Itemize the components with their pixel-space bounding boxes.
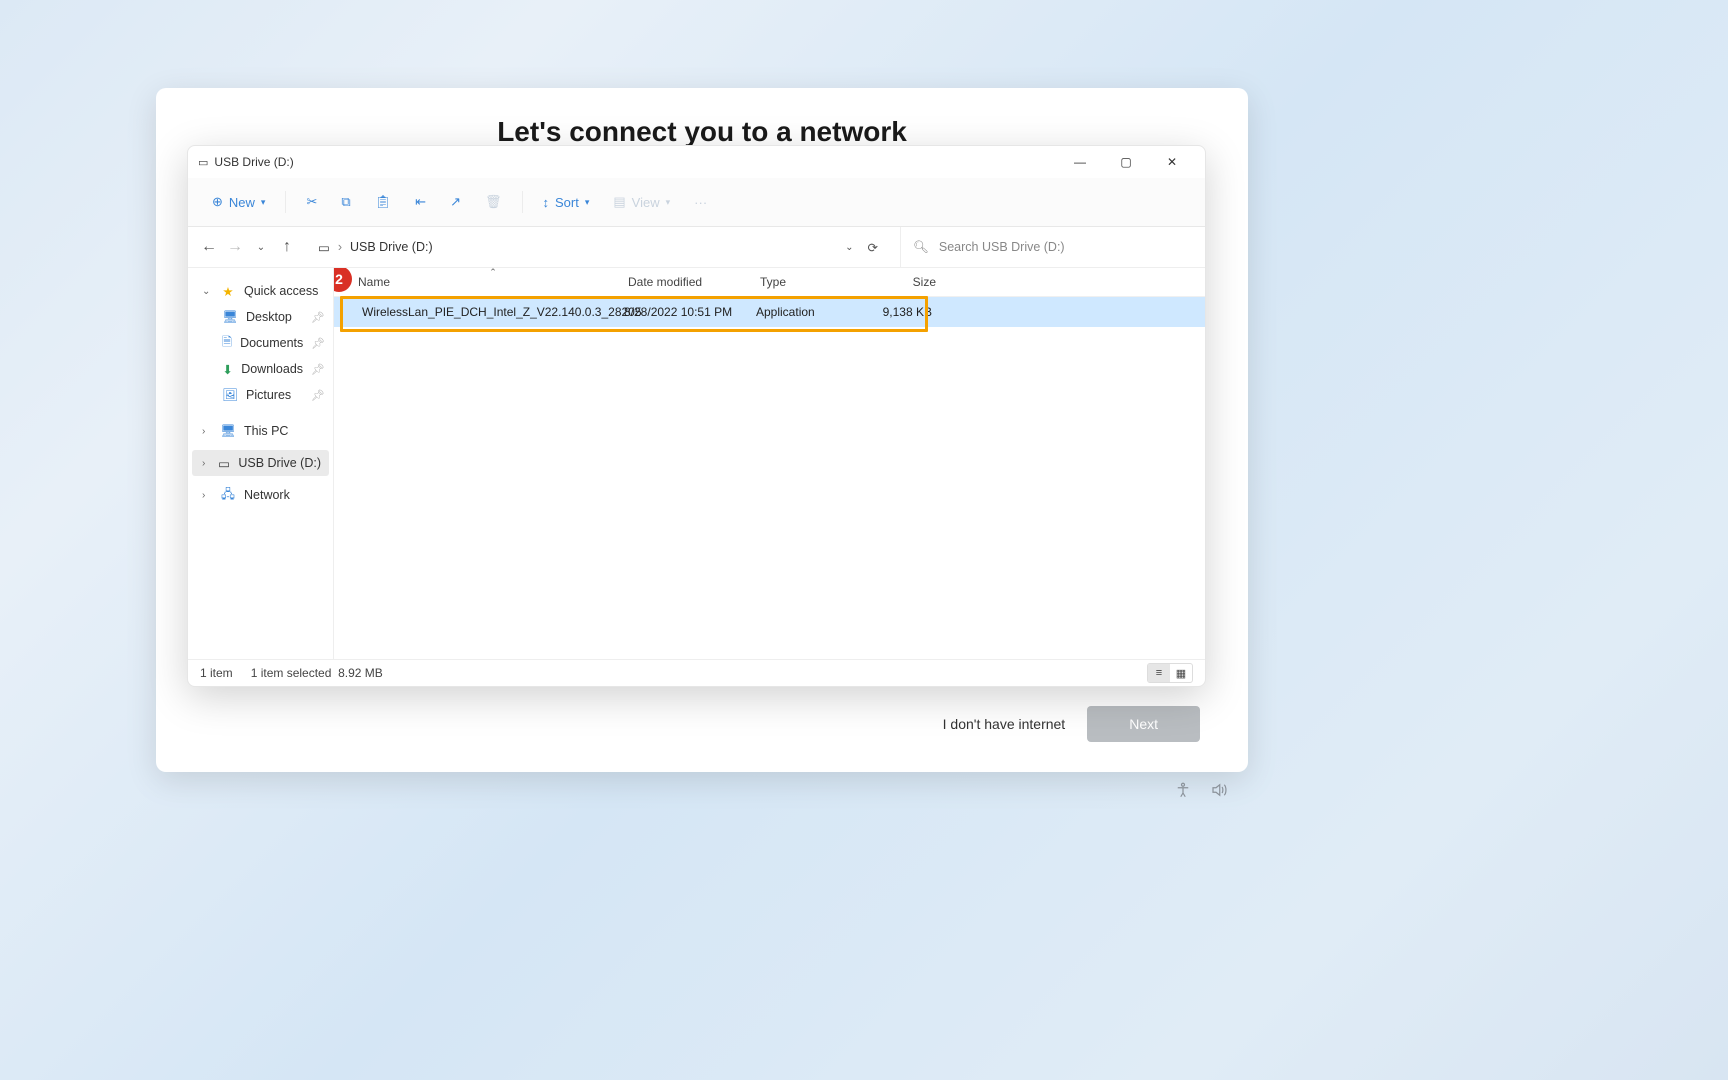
desktop-icon: 🖥︎ bbox=[222, 309, 238, 325]
refresh-button[interactable]: ⟳ bbox=[868, 240, 878, 255]
forward-button[interactable]: → bbox=[226, 238, 244, 256]
search-placeholder: Search USB Drive (D:) bbox=[939, 240, 1065, 254]
address-bar[interactable]: ▭ › USB Drive (D:) ⌄ ⟳ bbox=[308, 240, 900, 255]
clipboard-icon: 📋︎ bbox=[375, 194, 392, 210]
volume-icon[interactable] bbox=[1210, 781, 1228, 804]
separator bbox=[285, 191, 286, 213]
downloads-icon: ⬇ bbox=[222, 361, 233, 377]
view-icon: ▤ bbox=[613, 194, 625, 210]
file-type: Application bbox=[756, 305, 862, 319]
view-toggle: ≡ ▦ bbox=[1147, 663, 1193, 683]
sidebar-item-this-pc[interactable]: › 🖥︎ This PC bbox=[188, 418, 333, 444]
no-internet-link[interactable]: I don't have internet bbox=[943, 716, 1066, 732]
sidebar-item-desktop[interactable]: 🖥︎ Desktop 📌︎ bbox=[188, 304, 333, 330]
rename-icon: ⇤ bbox=[415, 194, 426, 210]
copy-button[interactable]: ⧉ bbox=[331, 188, 360, 216]
close-button[interactable]: ✕ bbox=[1149, 146, 1195, 178]
delete-button[interactable]: 🗑︎ bbox=[475, 188, 512, 216]
chevron-right-icon: › bbox=[338, 240, 342, 254]
pc-icon: 🖥︎ bbox=[220, 423, 236, 439]
oobe-footer: I don't have internet Next bbox=[943, 706, 1200, 742]
sidebar-item-usb-drive[interactable]: › ▭ USB Drive (D:) bbox=[192, 450, 329, 476]
new-button[interactable]: ⊕ New ▾ bbox=[202, 188, 275, 216]
search-input[interactable]: 🔍︎ Search USB Drive (D:) bbox=[900, 227, 1205, 267]
star-icon: ★ bbox=[220, 283, 236, 299]
details-view-button[interactable]: ≡ bbox=[1148, 664, 1170, 682]
system-tray bbox=[1174, 781, 1228, 804]
status-count: 1 item bbox=[200, 666, 233, 680]
plus-icon: ⊕ bbox=[212, 194, 223, 210]
sidebar-item-documents[interactable]: 🗎 Documents 📌︎ bbox=[188, 330, 333, 356]
col-type[interactable]: Type bbox=[760, 275, 866, 289]
col-size[interactable]: Size bbox=[866, 275, 944, 289]
pictures-icon: 🖼︎ bbox=[222, 387, 238, 403]
search-icon: 🔍︎ bbox=[913, 240, 929, 255]
trash-icon: 🗑︎ bbox=[485, 194, 502, 210]
chevron-right-icon: › bbox=[202, 458, 210, 469]
more-button[interactable]: ··· bbox=[684, 189, 717, 216]
drive-icon: ▭ bbox=[218, 455, 231, 471]
share-icon: ↗ bbox=[450, 194, 461, 210]
nav-buttons: ← → ⌄ ↑ bbox=[188, 238, 308, 256]
recent-button[interactable]: ⌄ bbox=[252, 242, 270, 253]
sort-button[interactable]: ↕Sort▾ bbox=[533, 189, 600, 216]
maximize-button[interactable]: ▢ bbox=[1103, 146, 1149, 178]
thumbnails-view-button[interactable]: ▦ bbox=[1170, 664, 1192, 682]
scissors-icon: ✂ bbox=[306, 194, 317, 210]
share-button[interactable]: ↗ bbox=[440, 188, 471, 216]
window-title: USB Drive (D:) bbox=[214, 155, 293, 169]
chevron-right-icon: › bbox=[202, 426, 212, 437]
rename-button[interactable]: ⇤ bbox=[405, 188, 436, 216]
sort-indicator-icon: ⌃ bbox=[489, 268, 497, 278]
chevron-down-icon: ⌄ bbox=[202, 286, 212, 297]
pin-icon: 📌︎ bbox=[311, 363, 325, 376]
accessibility-icon[interactable] bbox=[1174, 781, 1192, 804]
pin-icon: 📌︎ bbox=[311, 311, 325, 324]
pin-icon: 📌︎ bbox=[311, 389, 325, 402]
nav-row: ← → ⌄ ↑ ▭ › USB Drive (D:) ⌄ ⟳ 🔍︎ Search… bbox=[188, 227, 1205, 268]
sidebar-item-network[interactable]: › 🖧 Network bbox=[188, 482, 333, 508]
status-bar: 1 item 1 item selected 8.92 MB ≡ ▦ bbox=[188, 659, 1205, 686]
file-row[interactable]: WirelessLan_PIE_DCH_Intel_Z_V22.140.0.3_… bbox=[334, 297, 1205, 327]
documents-icon: 🗎 bbox=[222, 335, 232, 351]
sidebar-item-downloads[interactable]: ⬇ Downloads 📌︎ bbox=[188, 356, 333, 382]
file-date: 8/28/2022 10:51 PM bbox=[624, 305, 756, 319]
col-date[interactable]: Date modified bbox=[628, 275, 760, 289]
sort-icon: ↕ bbox=[543, 195, 550, 210]
address-segment[interactable]: USB Drive (D:) bbox=[350, 240, 433, 254]
copy-icon: ⧉ bbox=[341, 194, 350, 210]
network-icon: 🖧 bbox=[220, 487, 236, 503]
file-size: 9,138 KB bbox=[862, 305, 940, 319]
sidebar: ⌄ ★ Quick access 🖥︎ Desktop 📌︎ 🗎 Documen… bbox=[188, 268, 334, 659]
sidebar-item-pictures[interactable]: 🖼︎ Pictures 📌︎ bbox=[188, 382, 333, 408]
minimize-button[interactable]: ― bbox=[1057, 146, 1103, 178]
drive-icon: ▭ bbox=[198, 156, 208, 169]
paste-button[interactable]: 📋︎ bbox=[365, 188, 402, 216]
column-headers: ⌃Name Date modified Type Size bbox=[334, 268, 1205, 297]
sidebar-item-quick-access[interactable]: ⌄ ★ Quick access bbox=[188, 278, 333, 304]
content-pane: ⌃Name Date modified Type Size WirelessLa… bbox=[334, 268, 1205, 659]
next-button[interactable]: Next bbox=[1087, 706, 1200, 742]
up-button[interactable]: ↑ bbox=[278, 238, 296, 256]
toolbar: ⊕ New ▾ ✂ ⧉ 📋︎ ⇤ ↗ 🗑︎ ↕Sort▾ ▤View▾ ··· bbox=[188, 178, 1205, 227]
chevron-down-icon[interactable]: ⌄ bbox=[845, 242, 853, 253]
pin-icon: 📌︎ bbox=[311, 337, 325, 350]
back-button[interactable]: ← bbox=[200, 238, 218, 256]
titlebar[interactable]: ▭ USB Drive (D:) ― ▢ ✕ bbox=[188, 146, 1205, 178]
chevron-right-icon: › bbox=[202, 490, 212, 501]
oobe-heading: Let's connect you to a network bbox=[156, 116, 1248, 148]
separator bbox=[522, 191, 523, 213]
status-selected: 1 item selected 8.92 MB bbox=[251, 666, 383, 680]
view-button[interactable]: ▤View▾ bbox=[603, 188, 680, 216]
chevron-down-icon: ▾ bbox=[261, 197, 266, 208]
drive-icon: ▭ bbox=[318, 240, 330, 255]
cut-button[interactable]: ✂ bbox=[296, 188, 327, 216]
explorer-window: ▭ USB Drive (D:) ― ▢ ✕ ⊕ New ▾ ✂ ⧉ 📋︎ ⇤ … bbox=[187, 145, 1206, 687]
file-name: WirelessLan_PIE_DCH_Intel_Z_V22.140.0.3_… bbox=[362, 305, 642, 319]
col-name[interactable]: ⌃Name bbox=[358, 275, 628, 289]
